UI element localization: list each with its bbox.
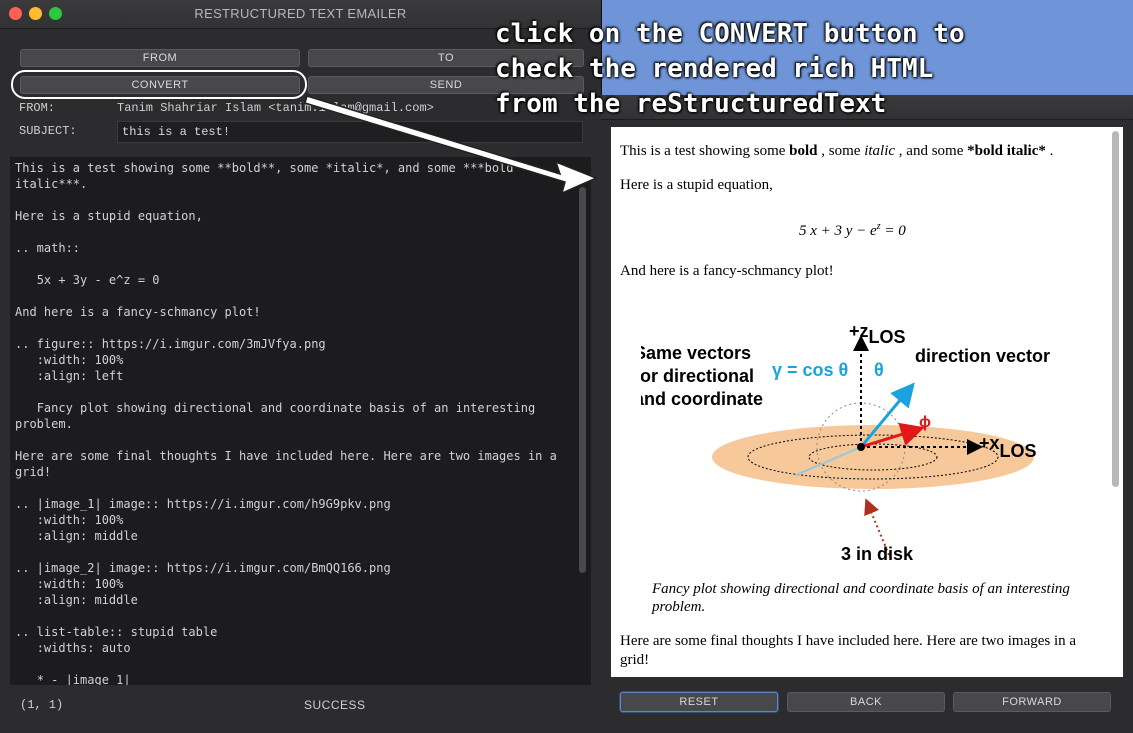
- annotation-text: click on the CONVERT button to check the…: [495, 19, 965, 119]
